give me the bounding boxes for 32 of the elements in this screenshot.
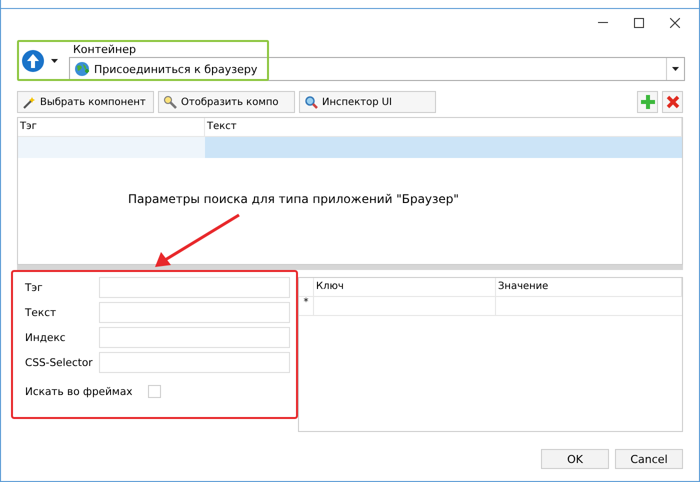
container-label: Контейнер (72, 42, 137, 57)
wand-icon (23, 96, 36, 108)
field-label: Искать во фреймах (25, 386, 134, 398)
input-field[interactable] (99, 352, 290, 373)
annotation-text: Параметры поиска для типа приложений "Браузер" (128, 192, 459, 206)
add-button[interactable] (637, 91, 658, 113)
input-field[interactable] (99, 327, 290, 348)
dialog-button[interactable]: OK (541, 449, 609, 469)
field-label: CSS-Selector (25, 356, 94, 368)
checkbox[interactable] (148, 385, 161, 398)
column-header: Текст (205, 118, 682, 136)
magnifier-icon (305, 96, 318, 108)
field-label: Тэг (25, 282, 44, 294)
toolbar-button[interactable]: Отобразить компо (158, 91, 295, 113)
minimize-icon (598, 22, 608, 23)
caret-icon (51, 58, 58, 62)
column-header: Тэг (18, 118, 205, 136)
dialog-button[interactable]: Cancel (615, 449, 683, 469)
close-icon (670, 18, 680, 28)
delete-button[interactable] (662, 91, 683, 113)
input-field[interactable] (99, 302, 290, 323)
column-header: Ключ (314, 278, 496, 296)
field-label: Текст (25, 306, 58, 318)
field-label: Индекс (25, 332, 67, 344)
maximize-icon (634, 18, 644, 28)
container-combobox[interactable]: Присоединиться к браузеру (69, 57, 685, 81)
globe-icon (74, 61, 90, 77)
toolbar-button[interactable]: Выбрать компонент (17, 91, 154, 113)
column-header: Значение (496, 278, 682, 296)
caret-icon (672, 67, 679, 71)
toolbar-button[interactable]: Инспектор UI (299, 91, 436, 113)
input-field[interactable] (99, 277, 290, 298)
